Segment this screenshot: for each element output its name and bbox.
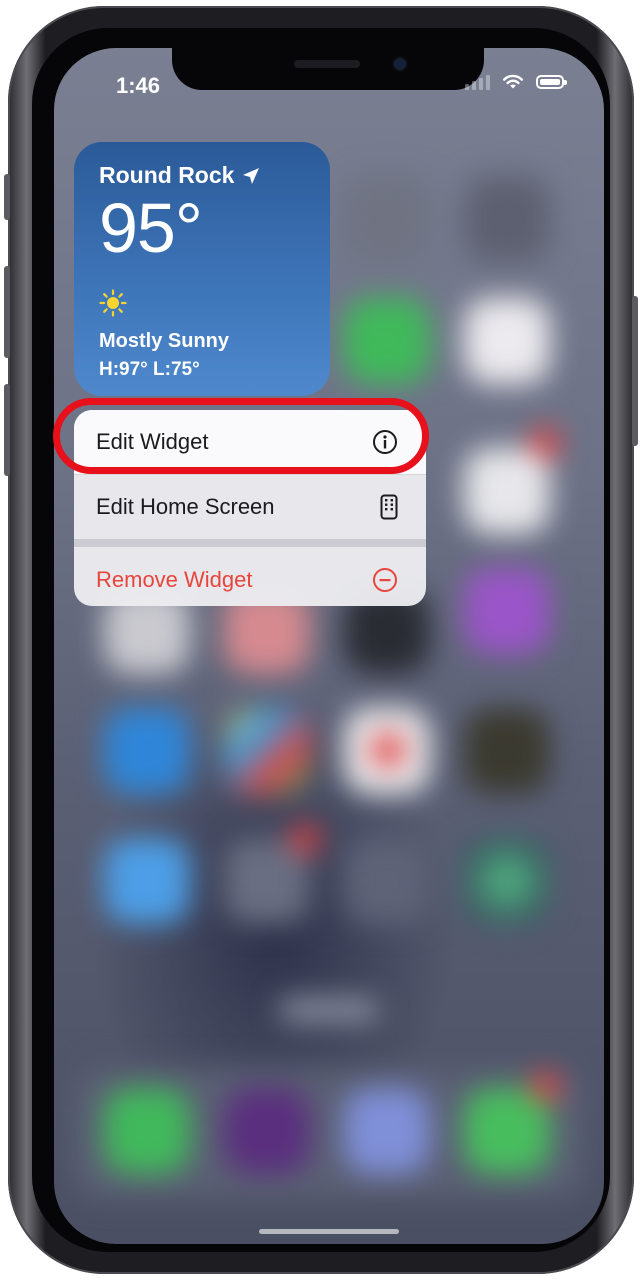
menu-item-label: Remove Widget	[96, 566, 253, 592]
home-screen: 1:46 Round Rock 95° Mostly Sunny H:97° L…	[54, 48, 604, 1244]
dock-app-icon	[224, 1088, 310, 1174]
status-icons	[465, 74, 567, 90]
volume-down-button	[4, 384, 10, 476]
app-badge	[530, 1072, 560, 1102]
silent-switch	[4, 174, 10, 220]
app-icon-center	[370, 732, 406, 768]
cellular-signal-icon	[465, 74, 490, 90]
home-indicator[interactable]	[259, 1229, 399, 1234]
app-icon	[464, 708, 550, 794]
phone-frame: 1:46 Round Rock 95° Mostly Sunny H:97° L…	[4, 6, 638, 1274]
widget-high-low: H:97° L:75°	[99, 359, 200, 380]
menu-item-edit-home-screen[interactable]: Edit Home Screen	[74, 475, 426, 547]
volume-up-button	[4, 266, 10, 358]
status-time: 1:46	[116, 73, 161, 98]
power-button	[632, 296, 638, 446]
app-icon	[464, 448, 550, 534]
menu-item-remove-widget[interactable]: Remove Widget	[74, 547, 426, 606]
page-indicator	[279, 998, 379, 1022]
widget-temperature: 95°	[99, 189, 203, 267]
widget-location: Round Rock	[99, 162, 305, 189]
highlight-annotation-ring	[53, 398, 429, 474]
minus-circle-icon	[373, 567, 397, 592]
app-icon	[464, 838, 550, 924]
earpiece-speaker	[294, 60, 360, 68]
dock-app-icon	[344, 1088, 430, 1174]
menu-item-label: Edit Home Screen	[96, 494, 275, 519]
app-icon	[344, 176, 430, 262]
app-badge	[530, 428, 560, 458]
battery-icon	[536, 75, 567, 89]
app-badge	[290, 824, 320, 854]
app-icon	[464, 298, 550, 384]
wifi-icon	[503, 74, 523, 89]
location-arrow-icon	[243, 167, 260, 184]
app-icon	[104, 838, 190, 924]
app-folder	[344, 838, 430, 924]
dock-app-icon	[104, 1088, 190, 1174]
weather-widget[interactable]: Round Rock 95° Mostly Sunny H:97° L:75°	[74, 142, 330, 396]
phone-apps-icon	[380, 494, 398, 520]
app-icon	[464, 176, 550, 262]
dock-app-icon	[464, 1088, 550, 1174]
widget-condition: Mostly Sunny	[99, 330, 230, 352]
widget-city: Round Rock	[99, 162, 235, 188]
app-icon	[344, 298, 430, 384]
sun-icon	[99, 289, 127, 317]
front-camera	[394, 58, 406, 70]
app-icon	[224, 708, 310, 794]
app-icon	[104, 708, 190, 794]
app-icon	[464, 568, 550, 654]
notch	[172, 48, 484, 90]
